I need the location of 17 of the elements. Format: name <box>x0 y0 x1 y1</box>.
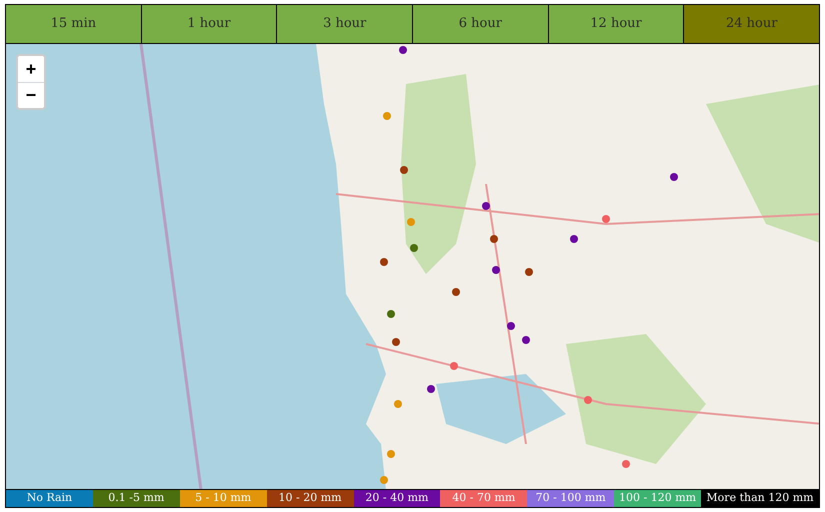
legend-item: More than 120 mm <box>701 490 819 507</box>
time-range-tab[interactable]: 1 hour <box>140 5 276 43</box>
legend-item: 5 - 10 mm <box>180 490 267 507</box>
legend-item: 20 - 40 mm <box>354 490 440 507</box>
legend-item: 70 - 100 mm <box>527 490 614 507</box>
zoom-out-button[interactable]: − <box>18 82 44 108</box>
legend-item: 10 - 20 mm <box>266 490 354 507</box>
time-range-tab[interactable]: 3 hour <box>276 5 412 43</box>
time-range-tab[interactable]: 24 hour <box>683 5 820 43</box>
time-range-tab[interactable]: 12 hour <box>548 5 684 43</box>
time-range-tab[interactable]: 15 min <box>6 5 141 43</box>
zoom-in-button[interactable]: + <box>18 56 44 82</box>
legend-item: No Rain <box>6 490 93 507</box>
legend-item: 0.1 -5 mm <box>92 490 180 507</box>
legend-item: 40 - 70 mm <box>440 490 528 507</box>
time-range-tab[interactable]: 6 hour <box>412 5 548 43</box>
legend-item: 100 - 120 mm <box>614 490 701 507</box>
